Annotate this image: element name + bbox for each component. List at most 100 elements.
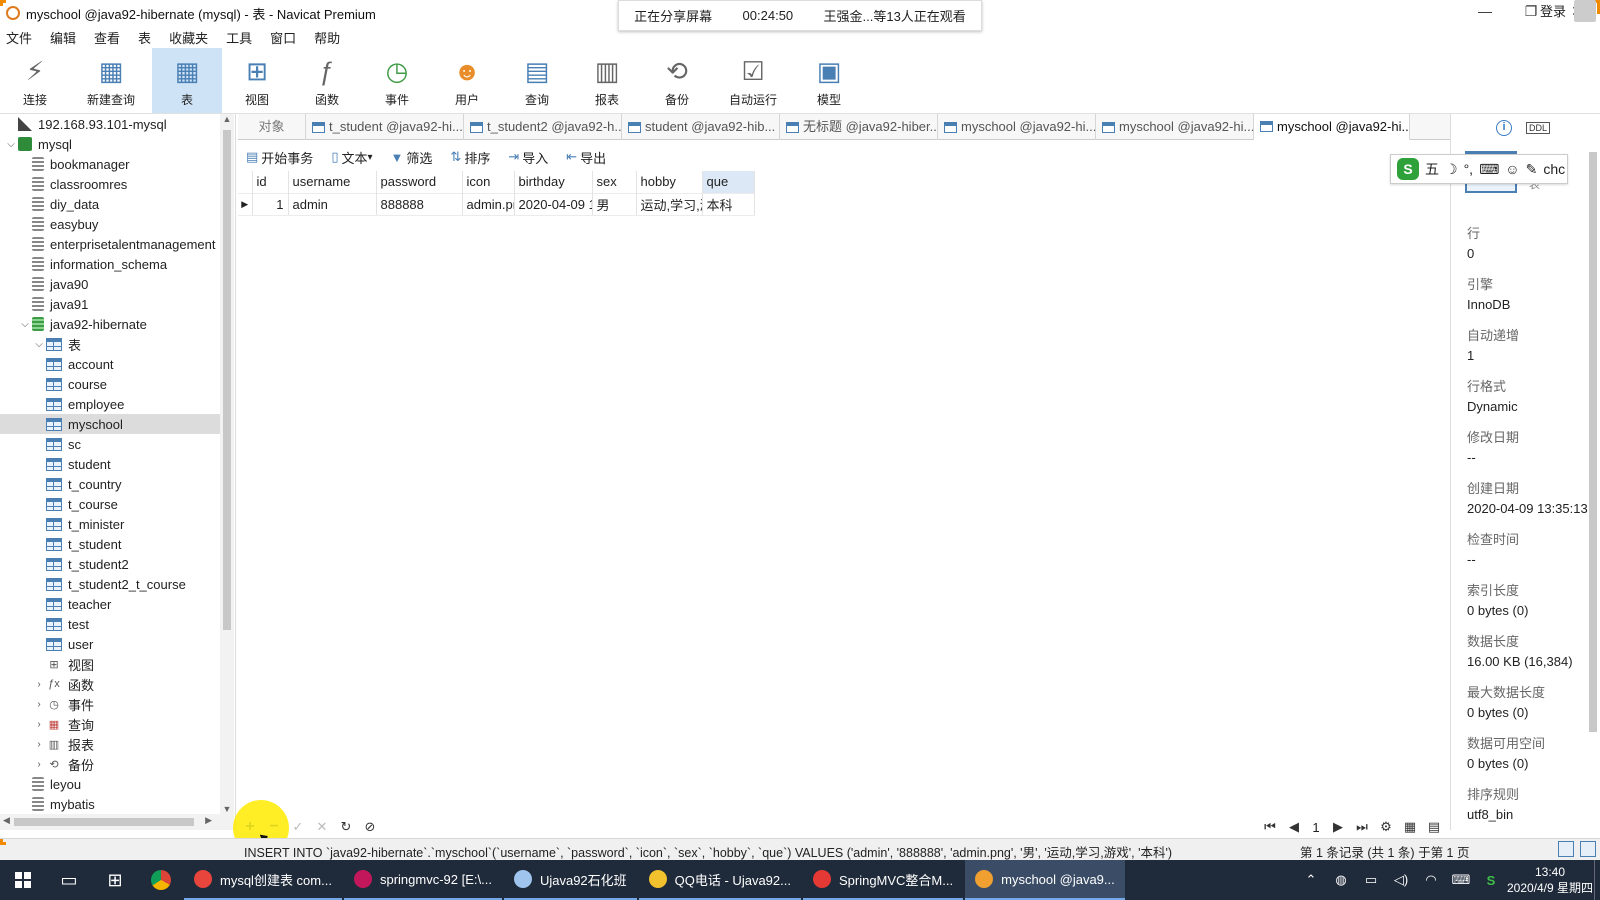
tree-item-test[interactable]: test [0, 614, 220, 634]
toolbar-clock-button[interactable]: ◷ 事件 [362, 48, 432, 113]
toolbar-query-button[interactable]: ▤ 查询 [502, 48, 572, 113]
login-link[interactable]: 登录 [1540, 1, 1566, 20]
tab-editor[interactable]: 无标题 @java92-hiber... [780, 114, 938, 140]
ime-toolbar[interactable]: S 五 ☽ °, ⌨ ☺ ✎ chc [1390, 154, 1568, 184]
grid-view-icon[interactable]: ▦ [1398, 819, 1422, 835]
tree-item-account[interactable]: account [0, 354, 220, 374]
cell-id[interactable]: 1 [252, 192, 289, 216]
column-header-icon[interactable]: icon [462, 171, 515, 193]
prev-page-icon[interactable]: ◀ [1282, 819, 1306, 835]
tree-item--[interactable]: › ⟲ 备份 [0, 754, 220, 774]
tree-item--[interactable]: › ◷ 事件 [0, 694, 220, 714]
chevron-down-icon[interactable]: ⌵ [4, 139, 18, 150]
tree-item-mybatis[interactable]: mybatis [0, 794, 220, 814]
toolbar-table-button[interactable]: ▦ 表 [152, 48, 222, 113]
scroll-right-icon[interactable]: ▶ [205, 815, 212, 826]
tree-item-t-student2-t-course[interactable]: t_student2_t_course [0, 574, 220, 594]
wifi-icon[interactable]: ◠ [1416, 872, 1446, 888]
tree-horizontal-scrollbar[interactable]: ◀ ▶ [0, 814, 234, 830]
column-header-que[interactable]: que [702, 171, 755, 193]
chevron-right-icon[interactable]: › [32, 739, 46, 750]
menu-item[interactable]: 查看 [88, 28, 132, 47]
tree-vertical-scrollbar[interactable]: ▲ ▼ [220, 114, 234, 814]
tree-item-user[interactable]: user [0, 634, 220, 654]
task-view-icon[interactable]: ▭ [46, 860, 92, 900]
show-desktop-button[interactable] [1594, 860, 1600, 900]
grid-mode-icon[interactable] [1558, 841, 1574, 857]
chevron-down-icon[interactable]: ⌵ [18, 319, 32, 330]
menu-item[interactable]: 文件 [0, 28, 44, 47]
info-vertical-scrollbar[interactable] [1586, 142, 1600, 830]
apply-changes-button[interactable]: ✓ [286, 819, 310, 835]
tree-item-t-course[interactable]: t_course [0, 494, 220, 514]
import-button[interactable]: ⇥ 导入 [508, 148, 548, 167]
battery-icon[interactable]: ▭ [1356, 872, 1386, 888]
user-icon[interactable]: ☺ [1505, 161, 1519, 177]
tab-objects[interactable]: 对象 [238, 114, 306, 140]
scroll-down-icon[interactable]: ▼ [220, 804, 234, 814]
tab-editor[interactable]: myschool @java92-hi... [1254, 114, 1410, 140]
toolbar-backup-button[interactable]: ⟲ 备份 [642, 48, 712, 113]
tree-item-student[interactable]: student [0, 454, 220, 474]
info-icon[interactable]: i [1495, 120, 1512, 136]
page-number[interactable]: 1 [1306, 820, 1326, 835]
column-header-password[interactable]: password [376, 171, 463, 193]
tree-item-information-schema[interactable]: information_schema [0, 254, 220, 274]
ime-mode[interactable]: 五 [1425, 159, 1439, 179]
toolbar-user-button[interactable]: ☻ 用户 [432, 48, 502, 113]
volume-icon[interactable]: ◁) [1386, 872, 1416, 888]
stop-icon[interactable]: ⊘ [358, 819, 382, 835]
table-row[interactable]: ▶ 1 admin 888888 admin.pr 2020-04-09 1 男运动,学习,… [238, 192, 755, 216]
sort-button[interactable]: ⇅ 排序 [450, 148, 490, 167]
tree-item-java92-hibernate[interactable]: ⌵ java92-hibernate [0, 314, 220, 334]
scroll-thumb[interactable] [14, 818, 194, 826]
punctuation-icon[interactable]: °, [1464, 161, 1474, 177]
tree-item--[interactable]: › ▦ 查询 [0, 714, 220, 734]
tree-item-myschool[interactable]: myschool [0, 414, 220, 434]
network-tray-icon[interactable]: ◍ [1326, 872, 1356, 888]
settings-gear-icon[interactable]: ⚙ [1374, 819, 1398, 835]
toolbar-plug-button[interactable]: ⚡ 连接 [0, 48, 70, 113]
toolbar-report-button[interactable]: ▥ 报表 [572, 48, 642, 113]
avatar[interactable] [1574, 0, 1596, 22]
menu-item[interactable]: 表 [132, 28, 163, 47]
keyboard-icon[interactable]: ⌨ [1446, 872, 1476, 888]
refresh-icon[interactable]: ↻ [334, 819, 358, 835]
tree-item-mysql[interactable]: ⌵ mysql [0, 134, 220, 154]
moon-icon[interactable]: ☽ [1445, 161, 1458, 178]
minimize-button[interactable]: — [1462, 0, 1508, 22]
taskbar-app[interactable]: SpringMVC整合M... [802, 860, 964, 900]
form-view-icon[interactable]: ▤ [1422, 819, 1446, 835]
tree-item-diy-data[interactable]: diy_data [0, 194, 220, 214]
tree-item-java90[interactable]: java90 [0, 274, 220, 294]
toolbar-view-button[interactable]: ⊞ 视图 [222, 48, 292, 113]
filter-button[interactable]: ▼ 筛选 [391, 148, 433, 167]
tree-item-t-student[interactable]: t_student [0, 534, 220, 554]
cell-hobby[interactable]: 运动,学习,游 [636, 192, 703, 216]
toolbar-function-button[interactable]: ƒ 函数 [292, 48, 362, 113]
discard-changes-button[interactable]: ✕ [310, 819, 334, 835]
column-header-hobby[interactable]: hobby [636, 171, 703, 193]
scroll-up-icon[interactable]: ▲ [220, 114, 234, 124]
chrome-icon[interactable] [138, 860, 184, 900]
keyboard-icon[interactable]: ⌨ [1479, 161, 1499, 178]
menu-item[interactable]: 帮助 [308, 28, 352, 47]
tree-item-192-168-93-101-mysql[interactable]: 192.168.93.101-mysql [0, 114, 220, 134]
sogou-tray-icon[interactable]: S [1476, 873, 1506, 888]
tree-item-employee[interactable]: employee [0, 394, 220, 414]
next-page-icon[interactable]: ▶ [1326, 819, 1350, 835]
tree-item-teacher[interactable]: teacher [0, 594, 220, 614]
tree-item-sc[interactable]: sc [0, 434, 220, 454]
tree-item--[interactable]: ⌵ 表 [0, 334, 220, 354]
scroll-thumb[interactable] [223, 130, 231, 630]
chevron-right-icon[interactable]: › [32, 759, 46, 770]
taskbar-app[interactable]: myschool @java9... [965, 860, 1125, 900]
cell-sex[interactable]: 男 [592, 192, 637, 216]
export-button[interactable]: ⇤ 导出 [566, 148, 606, 167]
cell-birthday[interactable]: 2020-04-09 1 [514, 192, 593, 216]
chevron-right-icon[interactable]: › [32, 719, 46, 730]
taskbar-app[interactable]: Ujava92石化班 [503, 860, 637, 900]
menu-item[interactable]: 编辑 [44, 28, 88, 47]
tree-item--[interactable]: › ƒx 函数 [0, 674, 220, 694]
column-header-username[interactable]: username [288, 171, 377, 193]
